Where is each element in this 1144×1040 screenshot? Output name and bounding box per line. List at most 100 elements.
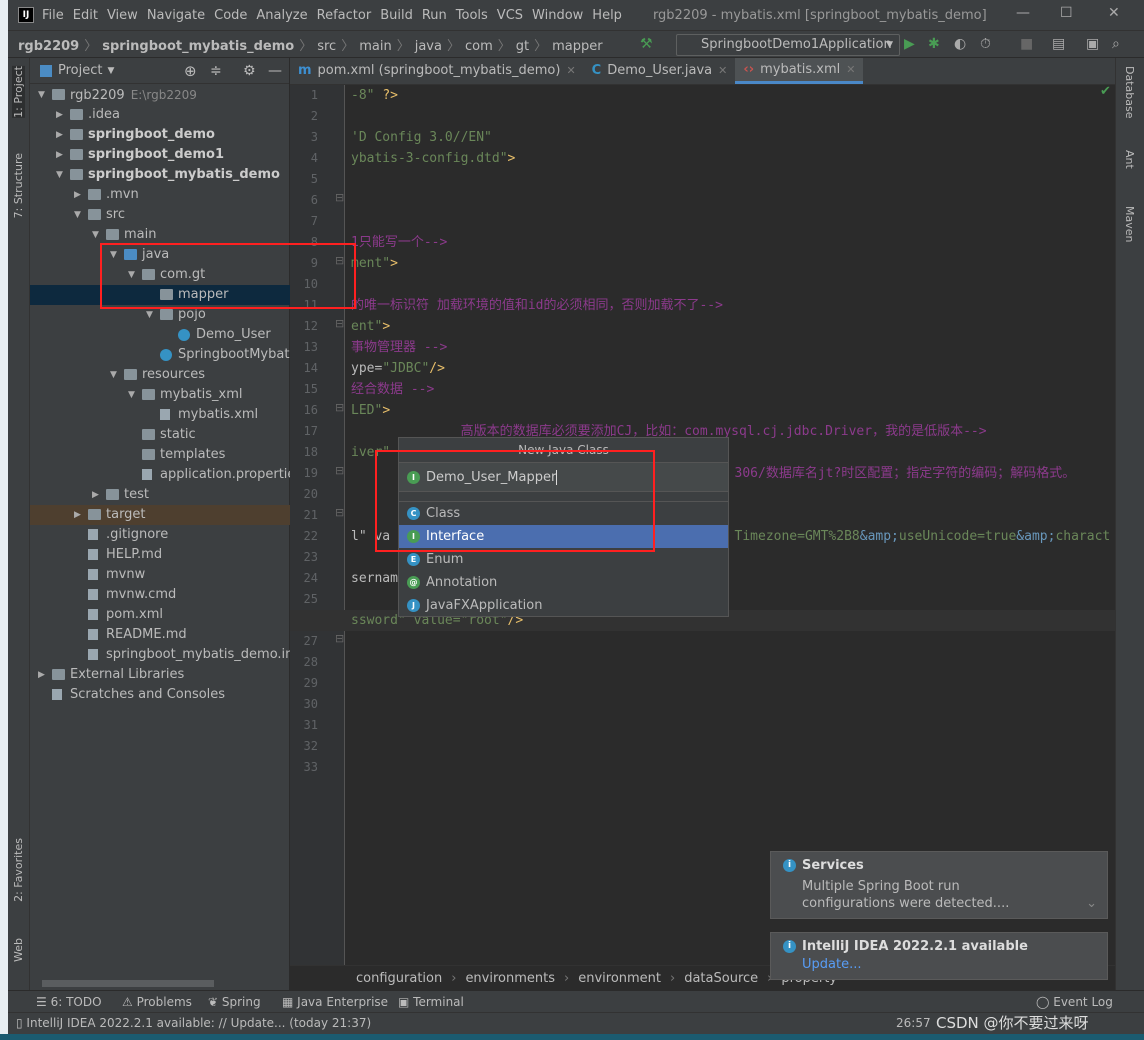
profile-icon[interactable]: ⏱	[980, 36, 991, 52]
chevron-right-icon[interactable]: ▶	[92, 485, 99, 505]
project-panel-title[interactable]: Project	[58, 63, 102, 78]
status-message[interactable]: ▯ IntelliJ IDEA 2022.2.1 available: // U…	[16, 1013, 371, 1033]
close-tab-icon[interactable]: ✕	[718, 58, 727, 84]
breadcrumb-item[interactable]: springboot_mybatis_demo	[102, 39, 294, 54]
fold-marker-icon[interactable]: ⊟	[335, 464, 344, 477]
caret-position[interactable]: 26:57	[896, 1013, 931, 1033]
menu-help[interactable]: Help	[592, 8, 622, 23]
tree-item[interactable]: .gitignore	[30, 525, 290, 545]
menu-refactor[interactable]: Refactor	[317, 8, 372, 23]
editor-breadcrumb-item[interactable]: configuration	[356, 971, 442, 986]
close-tab-icon[interactable]: ✕	[566, 58, 575, 84]
tree-item[interactable]: ▼ springboot_mybatis_demo	[30, 165, 290, 185]
horizontal-scrollbar[interactable]	[42, 980, 214, 987]
tree-item[interactable]: ▶ External Libraries	[30, 665, 290, 685]
breadcrumb-item[interactable]: com	[465, 39, 493, 54]
locate-icon[interactable]: ⊕	[184, 62, 197, 80]
event-log-button[interactable]: ◯ Event Log	[1036, 991, 1113, 1013]
kind-option-javafxapplication[interactable]: J JavaFXApplication	[399, 594, 728, 617]
menu-view[interactable]: View	[107, 8, 138, 23]
menu-file[interactable]: File	[42, 8, 64, 23]
tool-structure[interactable]: 7: Structure	[12, 153, 25, 218]
tool-favorites[interactable]: 2: Favorites	[12, 838, 25, 902]
fold-marker-icon[interactable]: ⊟	[335, 632, 344, 645]
terminal-tool-button[interactable]: ▣ Terminal	[398, 991, 464, 1013]
menu-window[interactable]: Window	[532, 8, 583, 23]
tab-demo_user-java[interactable]: C Demo_User.java ✕	[584, 58, 736, 84]
java-enterprise-tool-button[interactable]: ▦ Java Enterprise	[282, 991, 388, 1013]
tree-item[interactable]: ▶ springboot_demo1	[30, 145, 290, 165]
breadcrumb-item[interactable]: rgb2209	[18, 39, 79, 54]
breadcrumb-item[interactable]: mapper	[552, 39, 602, 54]
tree-item[interactable]: ▶ target	[30, 505, 290, 525]
chevron-down-icon[interactable]: ▼	[56, 165, 63, 185]
editor-breadcrumb-item[interactable]: dataSource	[684, 971, 758, 986]
tool-database[interactable]: Database	[1123, 66, 1136, 119]
tree-item[interactable]: mvnw.cmd	[30, 585, 290, 605]
tree-item[interactable]: springboot_mybatis_demo.iml	[30, 645, 301, 665]
chevron-right-icon[interactable]: ▶	[74, 185, 81, 205]
tree-item[interactable]: ▶ .mvn	[30, 185, 290, 205]
chevron-down-icon[interactable]: ▼	[92, 225, 99, 245]
tree-item[interactable]: ▼ rgb2209 E:\rgb2209	[30, 85, 290, 105]
tree-item[interactable]: ▼ resources	[30, 365, 290, 385]
chevron-down-icon[interactable]: ▼	[128, 385, 135, 405]
chevron-down-icon[interactable]: ▼	[107, 66, 114, 76]
tree-item[interactable]: application.properties	[30, 465, 302, 485]
debug-icon[interactable]: ✱	[928, 36, 940, 52]
tree-item[interactable]: Scratches and Consoles	[30, 685, 290, 705]
build-hammer-icon[interactable]: ⚒	[640, 36, 653, 52]
chevron-down-icon[interactable]: ▼	[110, 365, 117, 385]
menu-code[interactable]: Code	[214, 8, 247, 23]
breadcrumb-item[interactable]: gt	[516, 39, 529, 54]
hide-icon[interactable]: —	[268, 63, 282, 79]
tab-pom-xml[interactable]: m pom.xml (springboot_mybatis_demo) ✕	[290, 58, 584, 84]
tree-item[interactable]: ▼ mybatis_xml	[30, 385, 290, 405]
menu-edit[interactable]: Edit	[73, 8, 98, 23]
tool-project[interactable]: 1: Project	[12, 66, 25, 118]
tree-item[interactable]: ▼ src	[30, 205, 290, 225]
run-icon[interactable]: ▶	[904, 36, 915, 52]
chevron-right-icon[interactable]: ▶	[56, 145, 63, 165]
breadcrumb-item[interactable]: src	[317, 39, 336, 54]
chevron-right-icon[interactable]: ▶	[56, 105, 63, 125]
tool-web[interactable]: Web	[12, 938, 25, 962]
tree-item[interactable]: README.md	[30, 625, 290, 645]
tree-item[interactable]: ▼ main	[30, 225, 290, 245]
collapse-all-icon[interactable]: ≑	[210, 63, 222, 79]
tree-item[interactable]: ▶ springboot_demo	[30, 125, 290, 145]
tool-maven[interactable]: Maven	[1123, 206, 1136, 242]
chevron-down-icon[interactable]: ▼	[74, 205, 81, 225]
fold-marker-icon[interactable]: ⊟	[335, 401, 344, 414]
services-notification[interactable]: i Services Multiple Spring Boot run confi…	[770, 851, 1108, 919]
tree-item[interactable]: static	[30, 425, 290, 445]
tree-item[interactable]: templates	[30, 445, 290, 465]
editor-breadcrumb-item[interactable]: environments	[465, 971, 555, 986]
menu-analyze[interactable]: Analyze	[256, 8, 307, 23]
tree-item[interactable]: SpringbootMybatis	[30, 345, 300, 365]
close-tab-icon[interactable]: ✕	[846, 57, 855, 83]
stop-icon[interactable]: ■	[1020, 36, 1033, 52]
update-notification[interactable]: i IntelliJ IDEA 2022.2.1 available Update…	[770, 932, 1108, 980]
tree-item[interactable]: ▶ test	[30, 485, 290, 505]
coverage-icon[interactable]: ◐	[954, 36, 966, 52]
kind-option-annotation[interactable]: @ Annotation	[399, 571, 728, 594]
menu-vcs[interactable]: VCS	[497, 8, 523, 23]
todo-tool-button[interactable]: ☰ 6: TODO	[36, 991, 102, 1013]
minimize-icon[interactable]: —	[1016, 5, 1030, 21]
project-structure-icon[interactable]: ▤	[1052, 36, 1065, 52]
spring-tool-button[interactable]: ❦ Spring	[208, 991, 261, 1013]
fold-marker-icon[interactable]: ⊟	[335, 317, 344, 330]
tool-ant[interactable]: Ant	[1123, 150, 1136, 169]
tree-item[interactable]: HELP.md	[30, 545, 290, 565]
menu-navigate[interactable]: Navigate	[147, 8, 205, 23]
breadcrumb-item[interactable]: main	[359, 39, 391, 54]
maximize-icon[interactable]: ☐	[1060, 5, 1073, 21]
fold-marker-icon[interactable]: ⊟	[335, 506, 344, 519]
menu-tools[interactable]: Tools	[456, 8, 488, 23]
tree-item[interactable]: Demo_User	[30, 325, 290, 345]
breadcrumb-item[interactable]: java	[415, 39, 442, 54]
search-icon[interactable]: ⌕	[1112, 36, 1120, 52]
tree-item[interactable]: ▶ .idea	[30, 105, 290, 125]
menu-build[interactable]: Build	[380, 8, 413, 23]
